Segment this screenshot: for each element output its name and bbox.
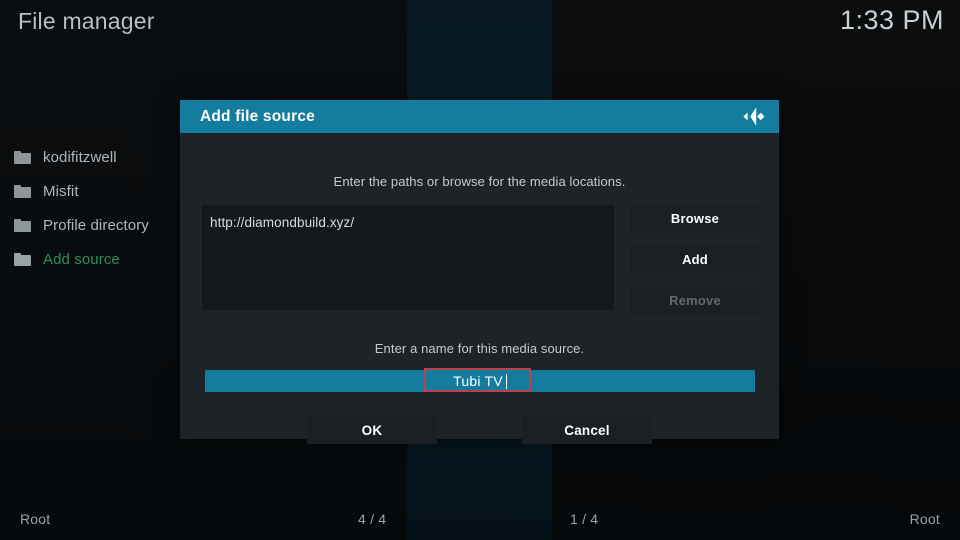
source-name-input[interactable]: Tubi TV — [205, 370, 755, 392]
add-button[interactable]: Add — [630, 246, 760, 273]
status-left-label: Root — [20, 511, 51, 527]
dialog-footer: OK Cancel — [180, 417, 779, 444]
sidebar-item-misfit[interactable]: Misfit — [0, 174, 200, 208]
sidebar-item-kodifitzwell[interactable]: kodifitzwell — [0, 140, 200, 174]
ok-button[interactable]: OK — [307, 417, 437, 444]
source-name-text: Tubi TV — [453, 373, 503, 389]
kodi-app-window: File manager 1:33 PM kodifitzwell Misfit… — [0, 0, 960, 540]
status-right-label: Root — [909, 511, 940, 527]
folder-icon — [14, 184, 31, 198]
browse-button[interactable]: Browse — [630, 205, 760, 232]
sidebar-item-label: Profile directory — [43, 216, 149, 234]
path-action-buttons: Browse Add Remove — [630, 205, 760, 314]
folder-icon — [14, 252, 31, 266]
clock: 1:33 PM — [839, 5, 944, 35]
status-bar: Root 4 / 4 1 / 4 Root — [0, 500, 960, 540]
sidebar-item-label: Misfit — [43, 182, 79, 200]
path-list-item[interactable]: http://diamondbuild.xyz/ — [210, 215, 614, 230]
cancel-button[interactable]: Cancel — [522, 417, 652, 444]
text-caret — [505, 373, 507, 389]
name-hint-label: Enter a name for this media source. — [374, 341, 585, 356]
remove-button: Remove — [630, 287, 760, 314]
status-left-count: 4 / 4 — [358, 511, 387, 527]
sidebar-item-label: Add source — [43, 250, 120, 268]
top-bar: File manager 1:33 PM — [0, 0, 960, 44]
path-list-box[interactable]: http://diamondbuild.xyz/ — [202, 205, 614, 310]
add-file-source-dialog: Add file source Enter the paths or brows… — [180, 100, 779, 444]
status-right-count: 1 / 4 — [570, 511, 599, 527]
page-title: File manager — [18, 8, 155, 34]
folder-icon — [14, 218, 31, 232]
dialog-body: Enter the paths or browse for the media … — [180, 133, 779, 444]
sidebar-item-label: kodifitzwell — [43, 148, 117, 166]
kodi-logo-icon — [740, 103, 767, 130]
source-name-value: Tubi TV — [453, 373, 507, 389]
file-source-list: kodifitzwell Misfit Profile directory Ad… — [0, 140, 200, 276]
folder-icon — [14, 150, 31, 164]
sidebar-item-add-source[interactable]: Add source — [0, 242, 200, 276]
dialog-header: Add file source — [180, 100, 779, 133]
sidebar-item-profile-directory[interactable]: Profile directory — [0, 208, 200, 242]
dialog-title: Add file source — [200, 107, 315, 125]
path-hint-label: Enter the paths or browse for the media … — [333, 174, 626, 189]
